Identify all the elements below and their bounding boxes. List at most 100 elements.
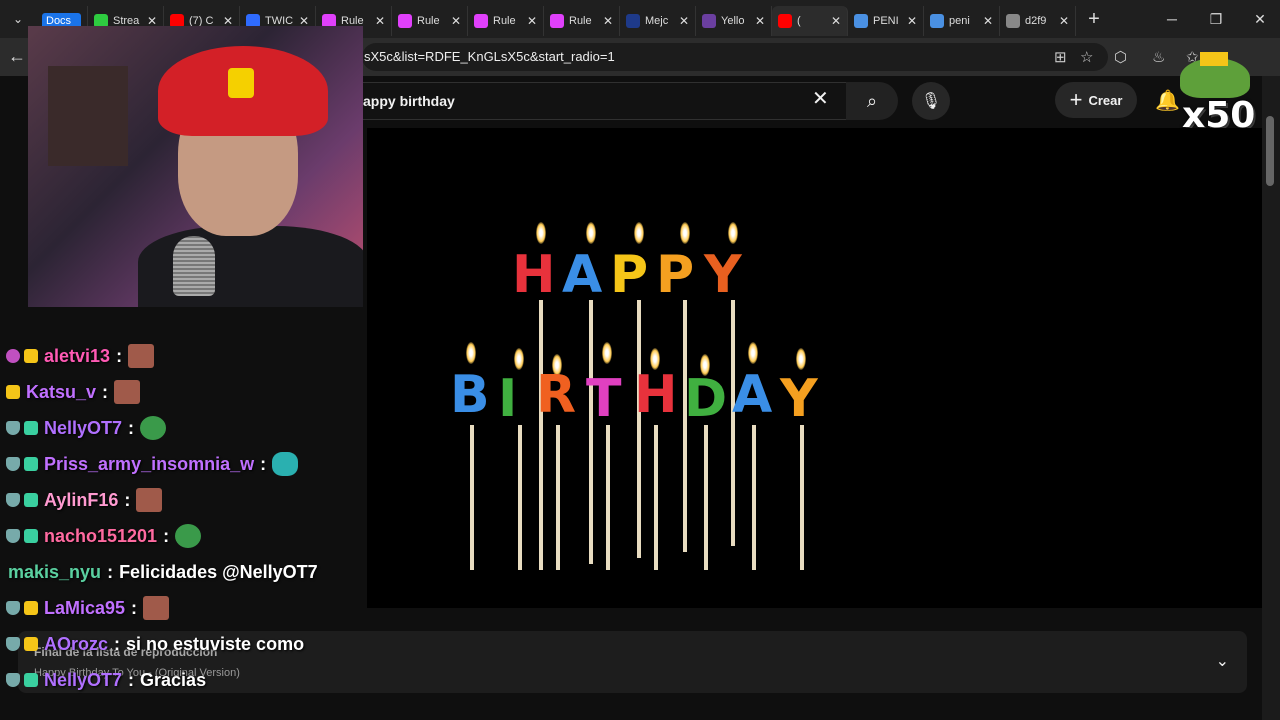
- notifications-bell-icon[interactable]: 🔔: [1155, 88, 1180, 113]
- candle-letter: P: [656, 245, 695, 305]
- candle-flame: [514, 348, 524, 370]
- close-tab-icon[interactable]: ✕: [603, 14, 613, 28]
- tab-label: (: [797, 15, 801, 27]
- close-window-icon[interactable]: ✕: [1238, 0, 1280, 38]
- tab-favicon-icon: [702, 14, 716, 28]
- chat-separator: :: [116, 345, 123, 366]
- chat-username: Katsu_v: [26, 381, 97, 402]
- chat-username: makis_nyu: [8, 561, 102, 582]
- clear-search-icon[interactable]: ✕: [812, 86, 829, 111]
- maximize-icon[interactable]: ❐: [1194, 0, 1238, 38]
- performance-icon[interactable]: ♨: [1152, 48, 1165, 66]
- chat-username: LaMica95: [44, 597, 126, 618]
- cap-logo-icon: [228, 68, 254, 98]
- page-scrollbar[interactable]: [1262, 76, 1280, 720]
- browser-tab[interactable]: Rule ✕: [544, 6, 620, 36]
- chat-message: aletvi13:: [6, 342, 155, 370]
- candle-stick: [800, 425, 804, 570]
- create-button[interactable]: + Crear: [1055, 82, 1137, 118]
- microphone-icon: [173, 236, 215, 296]
- chat-separator: :: [102, 381, 109, 402]
- close-tab-icon[interactable]: ✕: [451, 14, 461, 28]
- close-tab-icon[interactable]: ✕: [831, 14, 841, 28]
- voice-search-mic-icon[interactable]: 🎙: [912, 82, 950, 120]
- close-tab-icon[interactable]: ✕: [375, 14, 385, 28]
- shield-badge-icon: [6, 601, 20, 615]
- plus-icon: +: [1069, 87, 1083, 112]
- candle-flame: [466, 342, 476, 364]
- browser-tab[interactable]: peni ✕: [924, 6, 1000, 36]
- candle-stick: [704, 425, 708, 570]
- pepe-emote-overlay: [1180, 52, 1250, 98]
- chat-separator: :: [128, 417, 135, 438]
- url-field[interactable]: sX5c&list=RDFE_KnGLsX5c&start_radio=1: [362, 43, 1108, 71]
- chat-message: Katsu_v:: [6, 378, 141, 406]
- close-tab-icon[interactable]: ✕: [907, 14, 917, 28]
- pepe-emote-icon: [175, 524, 202, 548]
- candle-flame: [796, 348, 806, 370]
- webcam-body: [138, 226, 363, 307]
- chat-message: AOrozc: si no estuviste como: [6, 630, 304, 658]
- shield-badge-icon: [6, 493, 20, 507]
- tab-favicon-icon: [1006, 14, 1020, 28]
- candle-flame: [602, 342, 612, 364]
- close-tab-icon[interactable]: ✕: [1059, 14, 1069, 28]
- chat-username: AOrozc: [44, 633, 109, 654]
- shield-badge-icon: [6, 457, 20, 471]
- candle-stick: [539, 300, 543, 570]
- chat-separator: :: [114, 633, 121, 654]
- grid-badge-icon: [24, 457, 38, 471]
- close-tab-icon[interactable]: ✕: [983, 14, 993, 28]
- chat-separator: :: [163, 525, 170, 546]
- candle-stick: [470, 425, 474, 570]
- tab-label: Mejc: [645, 15, 669, 27]
- search-input[interactable]: appy birthday: [362, 82, 846, 120]
- candle-flame: [634, 222, 644, 244]
- close-tab-icon[interactable]: ✕: [679, 14, 689, 28]
- extensions-icon[interactable]: ⬡: [1114, 48, 1127, 66]
- browser-tab[interactable]: Mejc ✕: [620, 6, 696, 36]
- scrollbar-thumb[interactable]: [1266, 116, 1274, 186]
- browser-tab[interactable]: (✕: [772, 6, 848, 36]
- tab-label: Rule: [569, 15, 592, 27]
- candle-stick: [556, 425, 560, 570]
- chat-message: NellyOT7: Gracias: [6, 666, 206, 694]
- candle-stick: [518, 425, 522, 570]
- birthday-candles-video-frame: HAPPYBIRTHDAY: [440, 200, 840, 580]
- candle-letter: Y: [704, 245, 742, 305]
- browser-tab[interactable]: Yello ✕: [696, 6, 772, 36]
- browser-tab[interactable]: Rule ✕: [468, 6, 544, 36]
- face-emote-icon: [136, 488, 163, 512]
- tab-favicon-icon: [626, 14, 640, 28]
- candle-stick: [654, 425, 658, 570]
- close-tab-icon[interactable]: ✕: [527, 14, 537, 28]
- minimize-icon[interactable]: ─: [1150, 0, 1194, 38]
- candle-letter: H: [512, 245, 556, 305]
- candle-letter: R: [536, 365, 577, 425]
- favorite-star-icon[interactable]: ☆: [1080, 48, 1093, 66]
- url-text: sX5c&list=RDFE_KnGLsX5c&start_radio=1: [364, 49, 615, 64]
- browser-tab[interactable]: d2f9 ✕: [1000, 6, 1076, 36]
- candle-stick: [589, 300, 593, 564]
- search-value: appy birthday: [363, 93, 455, 109]
- browser-tab[interactable]: Rule ✕: [392, 6, 468, 36]
- chevron-down-icon[interactable]: ⌄: [1216, 651, 1229, 671]
- browser-tab[interactable]: PENI ✕: [848, 6, 924, 36]
- candle-letter: A: [562, 245, 603, 305]
- search-button[interactable]: ⌕: [846, 82, 898, 120]
- candle-flame: [728, 222, 738, 244]
- tab-label: d2f9: [1025, 15, 1047, 27]
- new-tab-button[interactable]: +: [1076, 8, 1112, 31]
- chat-message: NellyOT7:: [6, 414, 167, 442]
- back-arrow-icon[interactable]: ←: [8, 46, 26, 67]
- close-tab-icon[interactable]: ✕: [755, 14, 765, 28]
- apps-icon[interactable]: ⊞: [1054, 48, 1067, 66]
- candle-letter: A: [732, 365, 773, 425]
- shield-badge-icon: [6, 673, 20, 687]
- tab-favicon-icon: [854, 14, 868, 28]
- webcam-shelf: [48, 66, 128, 166]
- candle-stick: [637, 300, 641, 558]
- candle-flame: [748, 342, 758, 364]
- face-emote-icon: [114, 380, 141, 404]
- candle-letter: I: [498, 369, 518, 429]
